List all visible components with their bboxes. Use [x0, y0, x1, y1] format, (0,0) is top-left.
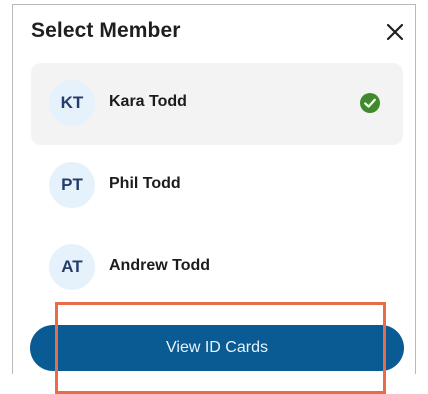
- select-member-dialog: Select Member KT Kara Todd PT Phil Todd …: [12, 4, 416, 374]
- avatar: AT: [49, 244, 95, 290]
- member-row-kara-todd[interactable]: KT Kara Todd: [31, 63, 403, 145]
- avatar: KT: [49, 80, 95, 126]
- close-icon: [386, 23, 404, 41]
- member-name: Phil Todd: [109, 175, 181, 192]
- member-name: Andrew Todd: [109, 257, 211, 274]
- close-button[interactable]: [383, 20, 407, 44]
- dialog-title: Select Member: [31, 19, 181, 42]
- member-row-andrew-todd[interactable]: AT Andrew Todd: [31, 227, 403, 309]
- view-id-cards-button[interactable]: View ID Cards: [30, 325, 404, 371]
- check-circle-icon: [360, 93, 380, 113]
- member-name: Kara Todd: [109, 93, 187, 110]
- avatar: PT: [49, 162, 95, 208]
- member-row-phil-todd[interactable]: PT Phil Todd: [31, 145, 403, 227]
- selected-check: [359, 92, 381, 114]
